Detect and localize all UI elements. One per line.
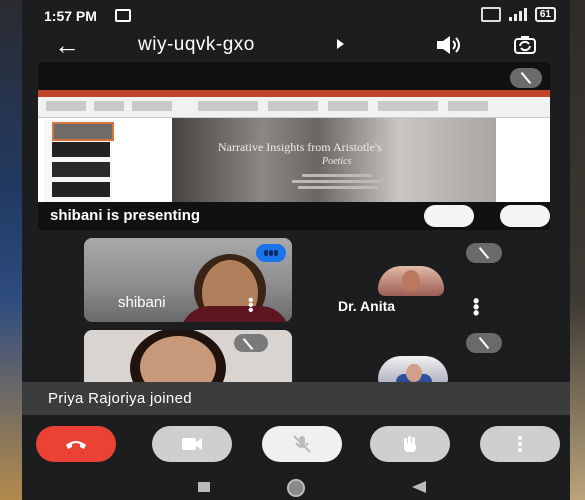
speaking-indicator-icon (256, 244, 286, 262)
participant-avatar-dr-anita[interactable] (378, 266, 444, 296)
camera-toggle-button[interactable] (152, 426, 232, 462)
mic-off-icon (293, 435, 311, 453)
current-slide: Narrative Insights from Aristotle's Poet… (172, 118, 496, 202)
presenting-bar: shibani is presenting (38, 202, 550, 230)
camera-off-icon (182, 438, 202, 450)
more-options-icon[interactable]: • • • (473, 292, 479, 322)
meeting-code[interactable]: wiy-uqvk-gxo (138, 34, 255, 56)
presenter-label: shibani is presenting (50, 207, 201, 224)
switch-camera-icon[interactable] (514, 35, 536, 55)
dr-anita-mic-off-icon (466, 243, 502, 263)
presentation-stage[interactable]: Narrative Insights from Aristotle's Poet… (38, 62, 550, 230)
join-toast: Priya Rajoriya joined (22, 382, 570, 415)
participant-name: shibani (118, 294, 166, 311)
slide-subtitle: Poetics (322, 156, 352, 167)
cast-icon (115, 9, 131, 22)
vertical-dots-icon (518, 436, 522, 452)
more-options-icon[interactable]: • • • (248, 293, 254, 319)
participant-tile-self[interactable] (84, 330, 292, 390)
shared-screen: Narrative Insights from Aristotle's Poet… (38, 90, 550, 202)
stage-mic-button[interactable] (424, 205, 474, 227)
stage-mic-off-icon (510, 68, 542, 88)
self-mic-off-icon (234, 334, 268, 352)
android-nav-bar (22, 472, 570, 500)
participant-name: Dr. Anita (338, 298, 396, 314)
speaker-icon[interactable] (437, 36, 463, 54)
ppt-title-bar (38, 90, 550, 97)
participant-clothing (180, 306, 290, 322)
stage-fullscreen-button[interactable] (500, 205, 550, 227)
signal-icon (508, 8, 527, 21)
status-bar: 1:57 PM 61 (22, 0, 570, 30)
hand-icon (404, 436, 416, 452)
toast-message: Priya Rajoriya joined (48, 390, 192, 407)
back-icon[interactable] (412, 481, 426, 493)
call-controls (22, 426, 570, 466)
slide-thumbnails (44, 120, 114, 202)
phone-hangup-icon (66, 441, 86, 449)
slide-title: Narrative Insights from Aristotle's (218, 140, 382, 154)
notification-icon (480, 7, 501, 22)
mic-toggle-button[interactable] (262, 426, 342, 462)
background-edge-left (0, 0, 22, 500)
end-call-button[interactable] (36, 426, 116, 462)
status-time: 1:57 PM (44, 8, 97, 24)
ppt-ribbon-toolbar (38, 97, 550, 118)
recents-icon[interactable] (198, 482, 210, 492)
participant-tile-shibani[interactable]: shibani • • • (84, 238, 292, 322)
top-bar: ← wiy-uqvk-gxo (22, 30, 570, 60)
meeting-info-arrow-icon[interactable] (337, 39, 344, 49)
back-arrow-icon[interactable]: ← (54, 32, 80, 58)
status-icons: 61 (480, 7, 556, 22)
home-icon[interactable] (287, 479, 305, 497)
phone-screen: 1:57 PM 61 ← wiy-uqvk-gxo Narrative Insi… (22, 0, 570, 500)
raise-hand-button[interactable] (370, 426, 450, 462)
participant-mic-off-icon (466, 333, 502, 353)
background-edge-right (570, 0, 585, 500)
battery-icon: 61 (534, 7, 556, 22)
more-options-button[interactable] (480, 426, 560, 462)
